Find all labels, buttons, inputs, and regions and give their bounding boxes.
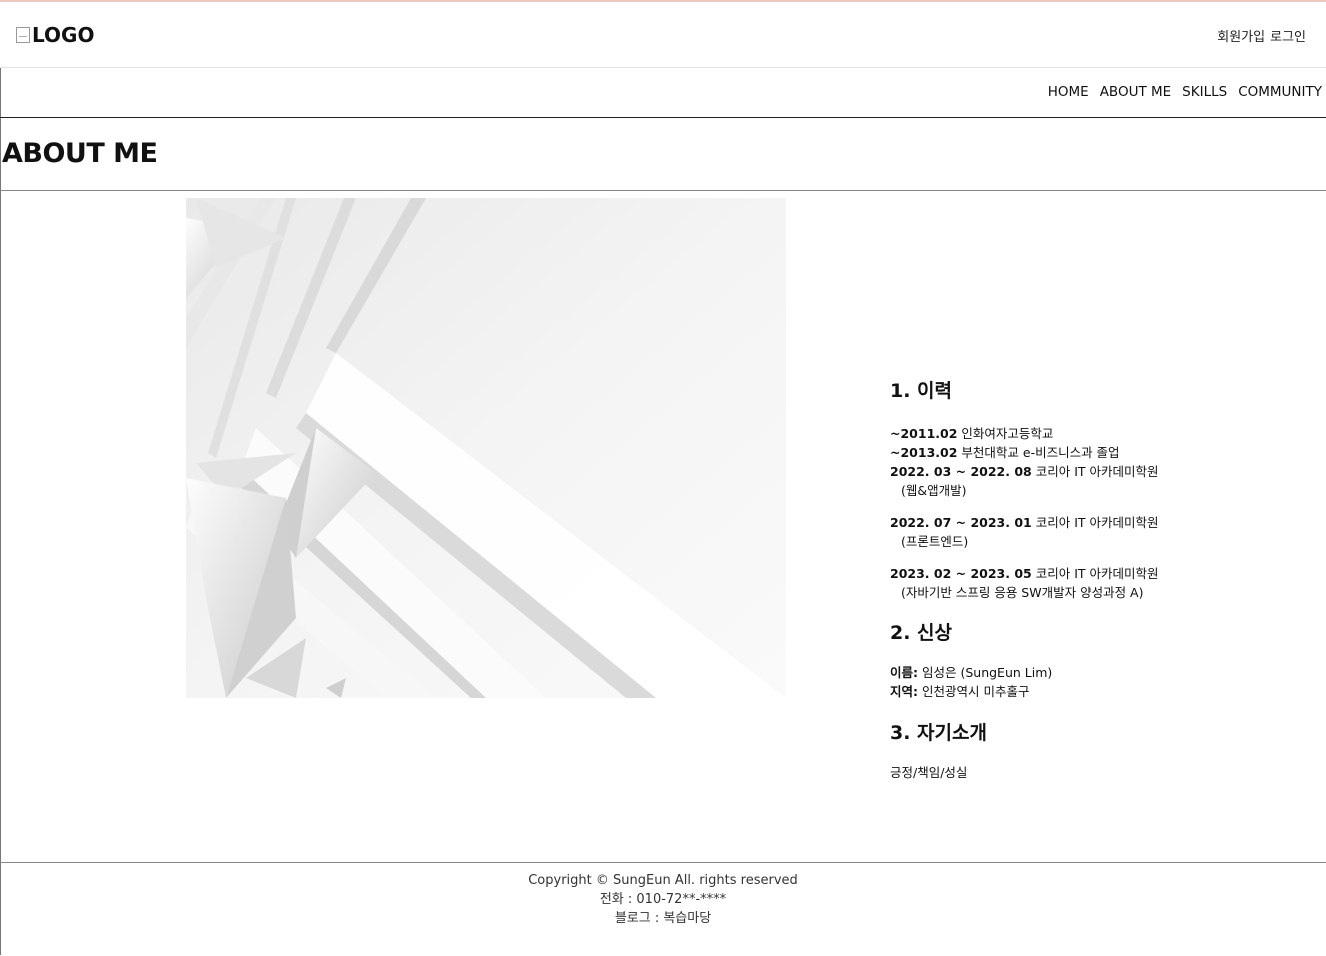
logo-alt-text: LOGO (32, 23, 95, 47)
region-value: 인천광역시 미추홀구 (921, 684, 1030, 699)
history-text: 부천대학교 e-비즈니스과 졸업 (961, 445, 1120, 460)
profile-info: 1. 이력 ~2011.02 인화여자고등학교 ~2013.02 부천대학교 e… (890, 376, 1290, 782)
left-border-line (0, 68, 1, 955)
history-date: 2022. 07 ~ 2023. 01 (890, 515, 1032, 530)
abstract-geometric-graphic (186, 198, 786, 698)
history-entry: ~2011.02 인화여자고등학교 (890, 424, 1290, 443)
history-entry: 2023. 02 ~ 2023. 05 코리아 IT 아카데미학원 (890, 564, 1290, 583)
intro-text: 긍정/책임/성실 (890, 765, 968, 780)
history-text: 코리아 IT 아카데미학원 (1035, 464, 1159, 479)
site-header: LOGO 회원가입 로그인 (0, 2, 1326, 68)
nav-item-skills[interactable]: SKILLS (1182, 84, 1227, 100)
copyright-text: Copyright © SungEun All. rights reserved (528, 873, 798, 888)
title-divider (0, 190, 1326, 191)
page-title: ABOUT ME (2, 138, 158, 169)
login-link[interactable]: 로그인 (1270, 26, 1306, 45)
phone-text: 전화 : 010-72**-**** (599, 892, 727, 907)
history-note: (프론트엔드) (901, 534, 969, 549)
region-label: 지역: (890, 684, 918, 699)
region-row: 지역: 인천광역시 미추홀구 (890, 682, 1290, 701)
logo-link[interactable]: LOGO (16, 23, 94, 47)
name-value: 임성은 (SungEun Lim) (921, 665, 1053, 680)
history-heading: 1. 이력 (890, 380, 953, 402)
history-note: (웹&앱개발) (901, 483, 967, 498)
name-label: 이름: (890, 665, 918, 680)
history-date: ~2013.02 (890, 445, 958, 460)
signup-link[interactable]: 회원가입 (1217, 26, 1265, 45)
main-nav: HOME ABOUT ME SKILLS COMMUNITY (0, 68, 1326, 118)
intro-heading: 3. 자기소개 (890, 722, 987, 744)
site-footer: Copyright © SungEun All. rights reserved… (0, 862, 1326, 956)
hero-image (186, 198, 786, 698)
nav-item-community[interactable]: COMMUNITY (1238, 84, 1322, 100)
history-text: 인화여자고등학교 (961, 426, 1054, 441)
blog-text: 블로그 : 복습마당 (614, 911, 712, 926)
history-note: (자바기반 스프링 응용 SW개발자 양성과정 A) (901, 585, 1144, 600)
history-entry: 2022. 03 ~ 2022. 08 코리아 IT 아카데미학원 (890, 462, 1290, 481)
history-entry: ~2013.02 부천대학교 e-비즈니스과 졸업 (890, 443, 1290, 462)
history-date: 2023. 02 ~ 2023. 05 (890, 566, 1032, 581)
history-text: 코리아 IT 아카데미학원 (1035, 566, 1159, 581)
auth-links: 회원가입 로그인 (1217, 26, 1306, 45)
name-row: 이름: 임성은 (SungEun Lim) (890, 663, 1290, 682)
history-entry: 2022. 07 ~ 2023. 01 코리아 IT 아카데미학원 (890, 513, 1290, 532)
history-date: ~2011.02 (890, 426, 958, 441)
nav-item-about-me[interactable]: ABOUT ME (1100, 84, 1171, 100)
broken-image-icon (16, 27, 30, 43)
nav-item-home[interactable]: HOME (1048, 84, 1089, 100)
history-date: 2022. 03 ~ 2022. 08 (890, 464, 1032, 479)
history-text: 코리아 IT 아카데미학원 (1035, 515, 1159, 530)
personal-heading: 2. 신상 (890, 622, 953, 644)
